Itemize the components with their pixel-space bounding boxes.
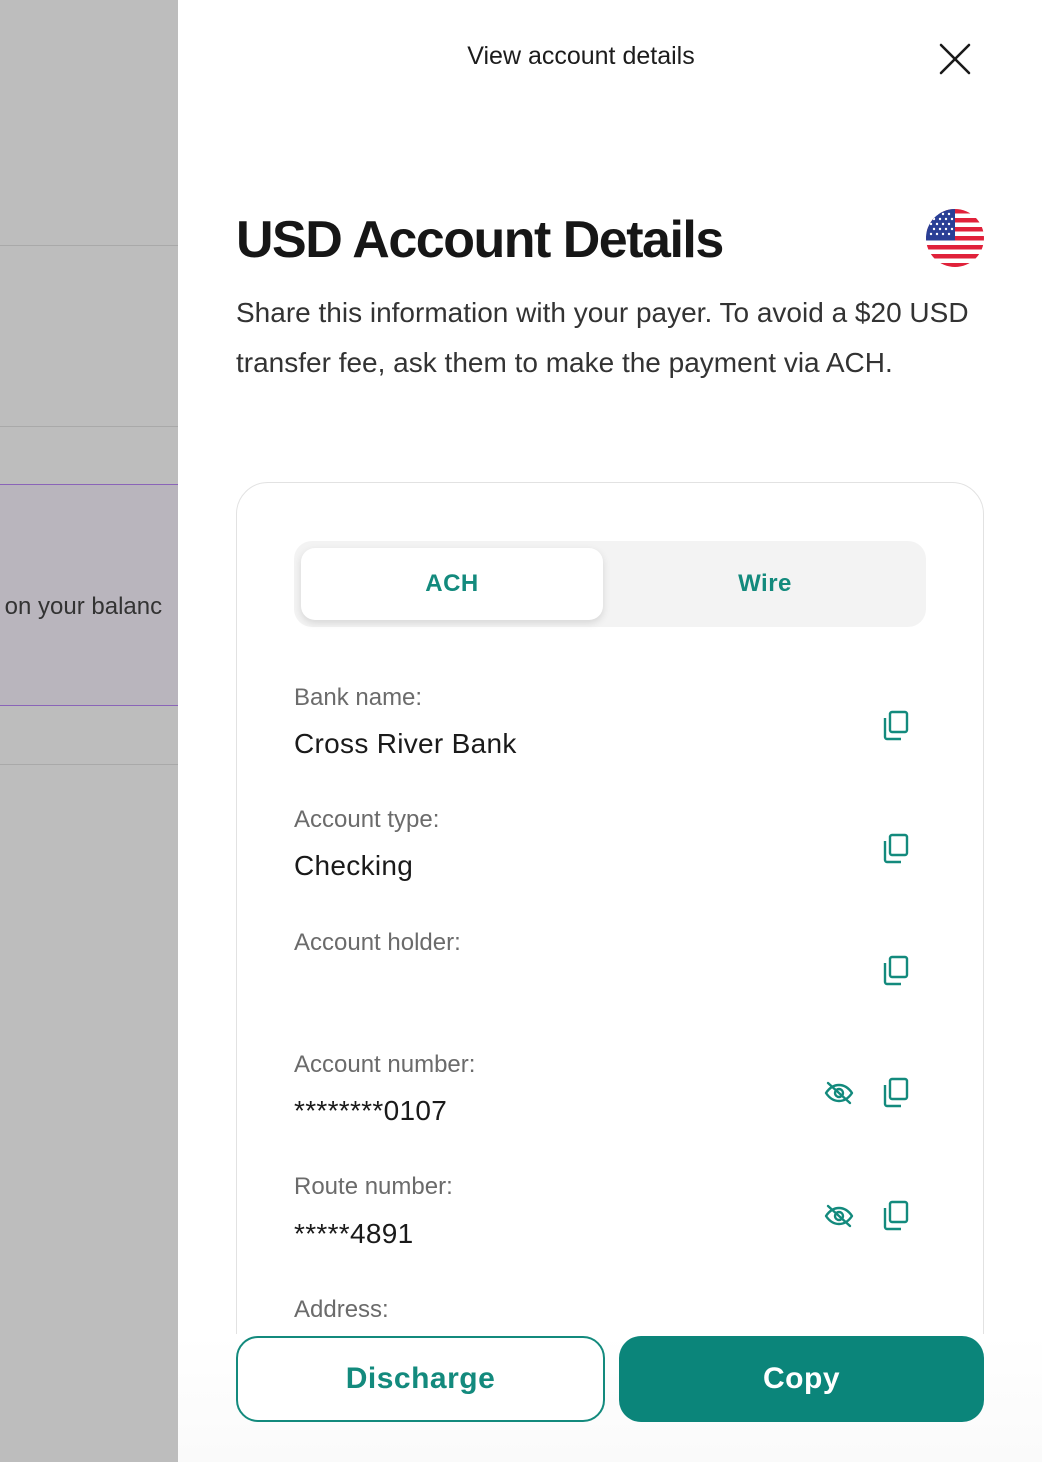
- copy-button[interactable]: Copy: [619, 1336, 984, 1422]
- address-label: Address:: [294, 1296, 389, 1323]
- account-type-value: Checking: [294, 850, 414, 881]
- copy-icon: [883, 1077, 909, 1108]
- copy-icon: [883, 1200, 909, 1231]
- copy-bank-name-button[interactable]: [879, 708, 915, 744]
- us-flag-icon: [926, 209, 984, 267]
- background-divider: [0, 764, 178, 765]
- copy-account-holder-button[interactable]: [879, 953, 915, 989]
- tab-ach[interactable]: ACH: [301, 548, 603, 620]
- account-details-card: ACH Wire Bank name: Cross River Bank Acc…: [236, 482, 984, 1462]
- close-icon: [939, 43, 971, 75]
- eye-off-icon: [824, 1081, 854, 1105]
- toggle-account-number-visibility-button[interactable]: [821, 1075, 857, 1111]
- copy-account-type-button[interactable]: [879, 831, 915, 867]
- page-title: USD Account Details: [236, 211, 724, 269]
- account-number-value: ********0107: [294, 1095, 448, 1126]
- background-notice-text: y on your balanc: [0, 593, 163, 620]
- tab-wire[interactable]: Wire: [612, 548, 918, 620]
- description: Share this information with your payer. …: [236, 297, 969, 378]
- copy-account-number-button[interactable]: [879, 1075, 915, 1111]
- bank-name-value: Cross River Bank: [294, 728, 517, 759]
- discharge-button[interactable]: Discharge: [236, 1336, 605, 1422]
- drawer-header-title: View account details: [467, 42, 695, 70]
- bank-name-label: Bank name:: [294, 684, 423, 711]
- close-button[interactable]: [935, 39, 975, 79]
- eye-off-icon: [824, 1204, 854, 1228]
- copy-icon: [883, 710, 909, 741]
- account-holder-label: Account holder:: [294, 929, 461, 956]
- payment-method-tabs: ACH Wire: [294, 541, 926, 627]
- route-number-value: *****4891: [294, 1218, 414, 1249]
- account-number-label: Account number:: [294, 1051, 476, 1078]
- background-page: y on your balanc: [0, 0, 178, 1462]
- copy-icon: [883, 833, 909, 864]
- background-divider: [0, 245, 178, 246]
- background-divider: [0, 426, 178, 427]
- toggle-route-number-visibility-button[interactable]: [821, 1198, 857, 1234]
- route-number-label: Route number:: [294, 1173, 453, 1200]
- copy-icon: [883, 955, 909, 986]
- account-type-label: Account type:: [294, 806, 440, 833]
- account-details-drawer: View account details USD Account Details: [178, 0, 1042, 1462]
- copy-route-number-button[interactable]: [879, 1198, 915, 1234]
